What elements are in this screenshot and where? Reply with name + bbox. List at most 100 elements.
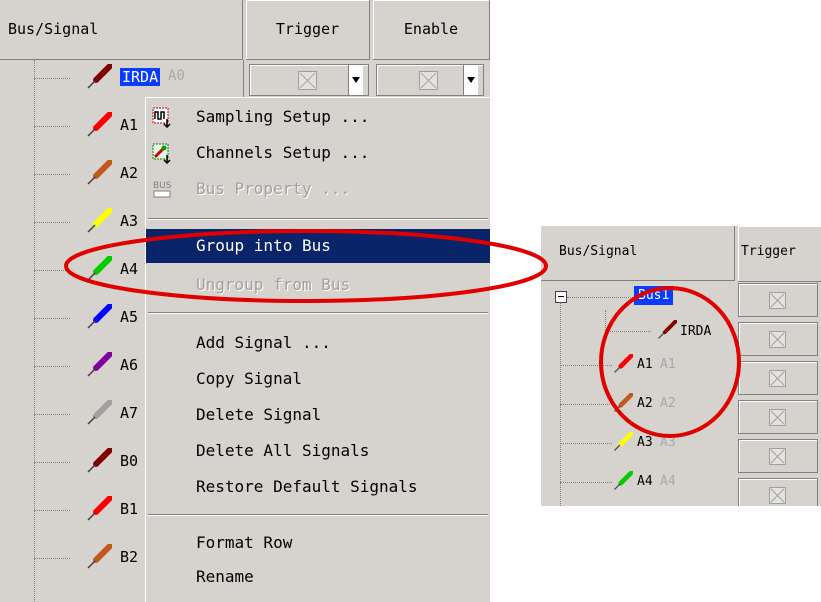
menu-item-label: Copy Signal <box>196 369 302 388</box>
enable-column-header[interactable]: Enable <box>373 0 490 60</box>
dropdown-arrow-icon[interactable] <box>463 65 478 95</box>
bus-icon: BUS <box>153 181 172 198</box>
tree-connector <box>34 462 70 463</box>
signal-name: A2 <box>637 396 653 411</box>
dont-care-icon <box>769 331 786 348</box>
trigger-cell[interactable] <box>738 322 818 356</box>
menu-item-sampling-setup[interactable]: Sampling Setup ... <box>146 100 490 134</box>
menu-item-ungroup-from-bus[interactable]: Ungroup from Bus <box>146 268 490 302</box>
menu-item-label: Add Signal ... <box>196 333 331 352</box>
tree-connector <box>34 414 70 415</box>
menu-item-label: Delete All Signals <box>196 441 370 460</box>
signal-name: IRDA <box>680 324 712 339</box>
tree-connector <box>34 78 70 79</box>
signal-alias: A0 <box>168 68 185 84</box>
dropdown-arrow-icon[interactable] <box>348 65 363 95</box>
left-signal-panel: Bus/Signal Trigger Enable IRDA A0 A1 A2 A3 A4… <box>0 0 490 602</box>
probe-icon <box>86 495 113 522</box>
probe-icon <box>86 111 113 138</box>
signal-alias: A2 <box>660 396 676 411</box>
signal-name: A1 <box>637 357 653 372</box>
enable-cell[interactable] <box>376 64 484 96</box>
dont-care-icon <box>769 487 786 504</box>
signal-row[interactable]: A3 A3 <box>541 427 735 465</box>
bus-signal-header-label: Bus/Signal <box>559 244 638 259</box>
menu-item-copy-signal[interactable]: Copy Signal <box>146 362 490 396</box>
trigger-cell[interactable] <box>738 283 818 317</box>
signal-row[interactable]: IRDA A0 <box>0 60 243 96</box>
menu-item-add-signal[interactable]: Add Signal ... <box>146 326 490 360</box>
menu-item-delete-signal[interactable]: Delete Signal <box>146 398 490 432</box>
menu-item-label: Group into Bus <box>196 236 331 255</box>
menu-item-label: Ungroup from Bus <box>196 275 351 294</box>
tree-connector <box>34 510 70 511</box>
menu-item-label: Format Row <box>196 533 293 552</box>
sampling-setup-icon <box>152 107 171 128</box>
signal-alias: A3 <box>660 435 676 450</box>
right-signal-panel: Bus/Signal Trigger Bus1 IRDA A1 A1 A2 A2 A3 A… <box>541 226 821 506</box>
trigger-cell[interactable] <box>738 478 818 506</box>
menu-item-label: Bus Property ... <box>196 179 351 198</box>
trigger-cell[interactable] <box>738 361 818 395</box>
probe-icon <box>86 447 113 474</box>
probe-icon <box>86 159 113 186</box>
trigger-cell[interactable] <box>738 439 818 473</box>
tree-connector <box>34 558 70 559</box>
bus-signal-column-header[interactable]: Bus/Signal <box>0 0 243 60</box>
tree-connector <box>560 365 612 366</box>
menu-item-restore-default-signals[interactable]: Restore Default Signals <box>146 470 490 504</box>
signal-row[interactable]: A1 A1 <box>541 349 735 387</box>
dont-care-icon <box>769 409 786 426</box>
signal-name[interactable]: B1 <box>120 500 138 518</box>
probe-icon <box>658 320 677 339</box>
bus-name[interactable]: Bus1 <box>634 286 674 305</box>
bus-child-signal-row[interactable]: IRDA <box>541 315 735 353</box>
menu-item-rename[interactable]: Rename <box>146 560 490 594</box>
menu-item-channels-setup[interactable]: Channels Setup ... <box>146 136 490 170</box>
menu-item-group-into-bus[interactable]: Group into Bus <box>146 229 490 263</box>
signal-name[interactable]: B2 <box>120 548 138 566</box>
signal-name: A3 <box>637 435 653 450</box>
signal-name[interactable]: B0 <box>120 452 138 470</box>
signal-context-menu: Sampling Setup ... Channels Setup ... BU… <box>145 97 490 602</box>
signal-row[interactable]: A4 A4 <box>541 466 735 504</box>
signal-row[interactable]: A2 A2 <box>541 388 735 426</box>
signal-name[interactable]: A1 <box>120 116 138 134</box>
menu-item-format-row[interactable]: Format Row <box>146 526 490 560</box>
signal-name[interactable]: IRDA <box>120 68 161 86</box>
tree-connector <box>605 331 651 332</box>
tree-connector <box>34 270 70 271</box>
trigger-header-label: Trigger <box>275 20 340 38</box>
menu-item-delete-all-signals[interactable]: Delete All Signals <box>146 434 490 468</box>
probe-icon <box>86 255 113 282</box>
collapse-icon[interactable] <box>555 291 567 303</box>
signal-name[interactable]: A4 <box>120 260 138 278</box>
bus-signal-column-header[interactable]: Bus/Signal <box>541 226 735 281</box>
trigger-header-label: Trigger <box>741 244 796 259</box>
dont-care-icon <box>419 71 438 90</box>
menu-item-label: Rename <box>196 567 254 586</box>
tree-connector <box>560 482 612 483</box>
menu-item-bus-property[interactable]: BUS Bus Property ... <box>146 172 490 206</box>
trigger-column-header[interactable]: Trigger <box>738 226 821 282</box>
menu-item-label: Delete Signal <box>196 405 322 424</box>
signal-name[interactable]: A6 <box>120 356 138 374</box>
signal-name[interactable]: A5 <box>120 308 138 326</box>
trigger-cell[interactable] <box>738 400 818 434</box>
menu-item-label: Restore Default Signals <box>196 477 418 496</box>
trigger-column-header[interactable]: Trigger <box>246 0 370 60</box>
signal-name[interactable]: A7 <box>120 404 138 422</box>
dont-care-icon <box>298 71 317 90</box>
probe-icon <box>613 431 634 452</box>
tree-connector <box>34 318 70 319</box>
probe-icon <box>613 353 634 374</box>
tree-connector <box>34 126 70 127</box>
menu-item-label: Sampling Setup ... <box>196 107 370 126</box>
signal-name[interactable]: A3 <box>120 212 138 230</box>
channels-setup-icon <box>152 143 171 164</box>
bus-signal-header-label: Bus/Signal <box>8 20 99 38</box>
probe-icon <box>86 303 113 330</box>
bus-row[interactable]: Bus1 <box>541 281 735 319</box>
signal-name[interactable]: A2 <box>120 164 138 182</box>
trigger-cell[interactable] <box>249 64 369 96</box>
